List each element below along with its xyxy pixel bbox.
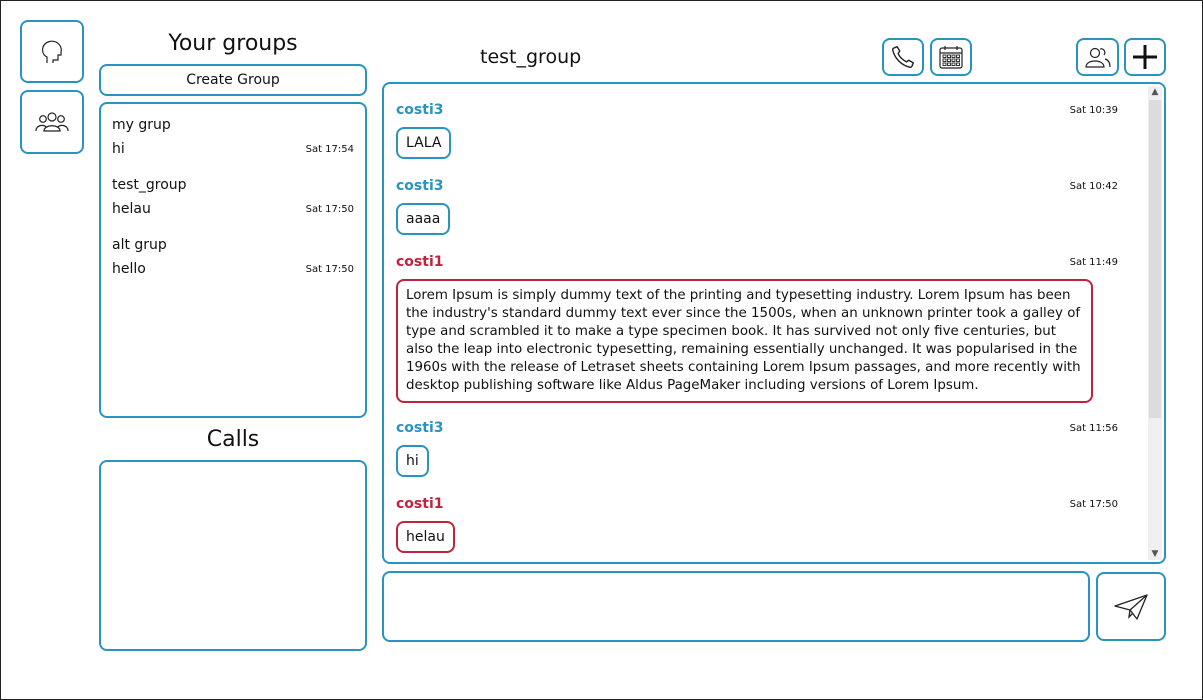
- scroll-up-arrow-icon[interactable]: ▲: [1148, 86, 1162, 98]
- group-last-message: helau: [112, 201, 151, 217]
- message-sender: costi1: [396, 496, 444, 512]
- message-timestamp: Sat 11:49: [1069, 257, 1118, 268]
- scroll-down-arrow-icon[interactable]: ▼: [1148, 548, 1162, 560]
- members-button[interactable]: [1076, 38, 1119, 76]
- group-name: test_group: [112, 177, 187, 193]
- calls-list: [99, 460, 367, 651]
- chat-title: test_group: [480, 46, 582, 68]
- group-last-message: hi: [112, 141, 125, 157]
- phone-icon: [892, 46, 914, 68]
- nav-groups-button[interactable]: [20, 90, 84, 154]
- people-icon: [35, 112, 69, 132]
- message-input[interactable]: [382, 571, 1090, 642]
- group-list: my grup hi Sat 17:54 test_group helau Sa…: [99, 102, 367, 418]
- message-sender: costi3: [396, 102, 444, 118]
- message-bubble: aaaa: [396, 203, 451, 235]
- group-list-item[interactable]: my grup hi Sat 17:54: [112, 117, 354, 161]
- group-timestamp: Sat 17:50: [305, 204, 354, 215]
- calendar-button[interactable]: [930, 38, 972, 76]
- plus-icon: [1133, 45, 1157, 69]
- message-sender: costi3: [396, 420, 444, 436]
- call-button[interactable]: [882, 38, 924, 76]
- message-bubble: LALA: [396, 127, 452, 159]
- calendar-icon: [939, 46, 963, 69]
- message-timestamp: Sat 10:42: [1069, 181, 1118, 192]
- message-sender: costi1: [396, 254, 444, 270]
- message-scrollbar[interactable]: ▲ ▼: [1148, 86, 1162, 560]
- group-timestamp: Sat 17:50: [305, 264, 354, 275]
- send-icon: [1114, 593, 1148, 620]
- message-timestamp: Sat 11:56: [1069, 423, 1118, 434]
- add-button[interactable]: [1124, 38, 1166, 76]
- members-icon: [1084, 47, 1111, 68]
- message-list: costi3 Sat 10:39 LALA costi3 Sat 10:42 a…: [382, 82, 1166, 564]
- group-list-item[interactable]: test_group helau Sat 17:50: [112, 177, 354, 221]
- message-bubble: helau: [396, 521, 455, 553]
- message-bubble: hi: [396, 445, 429, 477]
- group-timestamp: Sat 17:54: [305, 144, 354, 155]
- app-window: Your groups Create Group my grup hi Sat …: [0, 0, 1203, 700]
- group-name: alt grup: [112, 237, 167, 253]
- calls-title: Calls: [206, 427, 260, 452]
- group-list-item[interactable]: alt grup hello Sat 17:50: [112, 237, 354, 281]
- group-last-message: hello: [112, 261, 146, 277]
- nav-profile-button[interactable]: [20, 20, 84, 83]
- message-bubble: Lorem Ipsum is simply dummy text of the …: [396, 279, 1093, 403]
- head-icon: [42, 40, 62, 63]
- group-name: my grup: [112, 117, 171, 133]
- message-sender: costi3: [396, 178, 444, 194]
- scrollbar-thumb[interactable]: [1149, 100, 1161, 418]
- message-timestamp: Sat 10:39: [1069, 105, 1118, 116]
- create-group-button[interactable]: Create Group: [99, 64, 367, 96]
- message-timestamp: Sat 17:50: [1069, 499, 1118, 510]
- groups-title: Your groups: [168, 31, 298, 56]
- send-button[interactable]: [1096, 572, 1166, 641]
